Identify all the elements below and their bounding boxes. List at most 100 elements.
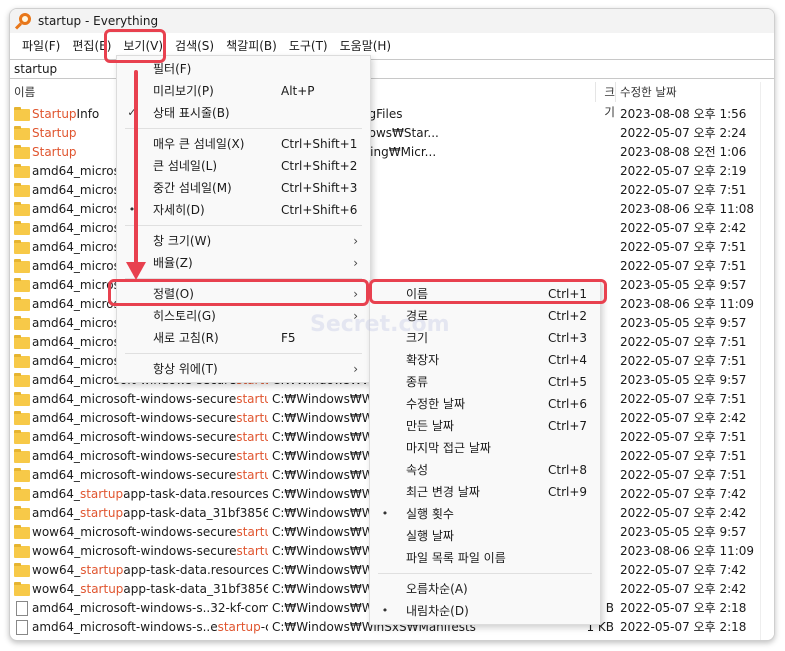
menu-separator	[125, 225, 362, 226]
name-text: amd64_	[32, 487, 80, 501]
file-icon	[16, 601, 28, 616]
menu-3[interactable]: 검색(S)	[169, 35, 220, 57]
sort_menu-item[interactable]: 경로 Ctrl+2	[370, 305, 600, 327]
sort_menu-item[interactable]: 속성 Ctrl+8	[370, 459, 600, 481]
view_menu-item[interactable]: 새로 고침(R) F5	[117, 327, 370, 349]
file-name: amd64_microsoft-windows-securestartu...	[32, 409, 268, 428]
view_menu-item[interactable]: ✓ 상태 표시줄(B)	[117, 102, 370, 124]
sort_menu-item[interactable]: 크기 Ctrl+3	[370, 327, 600, 349]
date-cell: 2022-05-07 오후 7:51	[620, 392, 747, 406]
sort_menu-item[interactable]: 마지막 접근 날짜	[370, 437, 600, 459]
file-name: amd64_microsoft-windows-s..32-kf-com...	[32, 599, 268, 618]
view_menu-item[interactable]: 배율(Z) ›	[117, 252, 370, 274]
sort-submenu: 이름 Ctrl+1 경로 Ctrl+2 크기 Ctrl+3 확장자 Ctrl+4 종류 Ctrl+…	[369, 280, 601, 625]
folder-icon	[14, 296, 30, 311]
view_menu-item[interactable]: 창 크기(W) ›	[117, 230, 370, 252]
menu-6[interactable]: 도움말(H)	[334, 35, 398, 57]
name-text: amd64_	[32, 506, 80, 520]
name-text: amd64_microso	[32, 297, 128, 311]
file-name: amd64_microso	[32, 162, 127, 181]
sort_menu-item[interactable]: 실행 날짜	[370, 525, 600, 547]
folder-icon	[14, 182, 30, 197]
view_menu-item[interactable]: 정렬(O) ›	[117, 283, 370, 305]
menu-item-label: 경로	[406, 309, 429, 323]
view_menu-item[interactable]: • 자세히(D) Ctrl+Shift+6	[117, 199, 370, 221]
file-name: amd64_microsoft-windows-s..estartup-c...	[32, 618, 268, 637]
match-highlight: startup	[217, 620, 261, 634]
date-cell: 2022-05-07 오후 2:42	[620, 411, 747, 425]
name-text: amd64_microso	[32, 221, 128, 235]
date-cell: 2023-08-06 오후 11:08	[620, 202, 755, 216]
view_menu-item[interactable]: 필터(F)	[117, 58, 370, 80]
name-text: amd64_microso	[32, 259, 128, 273]
match-highlight: startu	[236, 430, 268, 444]
date-cell: 2022-05-07 오후 2:42	[620, 506, 747, 520]
view_menu-item[interactable]: 큰 섬네일(L) Ctrl+Shift+2	[117, 155, 370, 177]
menu-1[interactable]: 편집(E)	[66, 35, 117, 57]
menu-item-label: 새로 고침(R)	[153, 331, 219, 345]
name-cell: amd64_microsoft-windows-securestartu...	[14, 466, 268, 485]
name-text: amd64_microso	[32, 183, 128, 197]
date-cell: 2022-05-07 오후 2:42	[620, 221, 747, 235]
sort_menu-item[interactable]: 확장자 Ctrl+4	[370, 349, 600, 371]
date-cell: 2022-05-07 오후 7:42	[620, 487, 747, 501]
folder-icon	[14, 391, 30, 406]
name-text: amd64_microso	[32, 278, 128, 292]
sort_menu-item[interactable]: • 실행 횟수	[370, 503, 600, 525]
column-date[interactable]: 수정한 날짜	[616, 82, 766, 102]
view_menu-item[interactable]: 중간 섬네일(M) Ctrl+Shift+3	[117, 177, 370, 199]
sort_menu-item[interactable]: 파일 목록 파일 이름	[370, 547, 600, 569]
date-cell: 2022-05-07 오후 2:24	[620, 126, 747, 140]
menu-2[interactable]: 보기(V)	[117, 35, 169, 57]
chevron-right-icon: ›	[353, 309, 358, 323]
name-cell: wow64_microsoft-windows-securestartu...	[14, 523, 268, 542]
menu-item-label: 배율(Z)	[153, 256, 193, 270]
menu-5[interactable]: 도구(T)	[283, 35, 334, 57]
match-highlight: startu	[236, 525, 268, 539]
view_menu-item[interactable]: 히스토리(G) ›	[117, 305, 370, 327]
menu-item-label: 만든 날짜	[406, 419, 454, 433]
match-highlight: Startup	[32, 145, 77, 159]
sort_menu-item[interactable]: 종류 Ctrl+5	[370, 371, 600, 393]
date-cell: 2022-05-07 오후 2:42	[620, 582, 747, 596]
menu-item-shortcut: Ctrl+7	[548, 419, 588, 433]
name-cell: amd64_startupapp-task-data.resources_...	[14, 485, 268, 504]
vertical-scrollbar[interactable]	[760, 82, 774, 640]
view_menu-item[interactable]: 항상 위에(T) ›	[117, 358, 370, 380]
folder-icon	[14, 581, 30, 596]
sort_menu-item[interactable]: 만든 날짜 Ctrl+7	[370, 415, 600, 437]
name-text: amd64_microsoft-windows-secure	[32, 411, 237, 425]
folder-icon	[14, 524, 30, 539]
date-cell: 2022-05-07 오후 7:51	[620, 354, 747, 368]
menu-0[interactable]: 파일(F)	[16, 35, 66, 57]
sort_menu-item[interactable]: • 내림차순(D)	[370, 600, 600, 622]
view_menu-item[interactable]: 매우 큰 섬네일(X) Ctrl+Shift+1	[117, 133, 370, 155]
column-size[interactable]: 크기	[596, 82, 616, 119]
name-cell: amd64_startupapp-task-data_31bf3856...	[14, 504, 268, 523]
date-cell: 2023-08-08 오후 1:56	[620, 107, 747, 121]
view_menu-item[interactable]: 미리보기(P) Alt+P	[117, 80, 370, 102]
date-cell: 2022-05-07 오후 2:19	[620, 164, 747, 178]
menu-4[interactable]: 책갈피(B)	[220, 35, 283, 57]
name-cell: amd64_microsoft-windows-securestartu...	[14, 409, 268, 428]
file-name: amd64_microso	[32, 276, 127, 295]
sort_menu-item[interactable]: 이름 Ctrl+1	[370, 283, 600, 305]
menu-item-shortcut: Ctrl+8	[548, 463, 588, 477]
folder-icon	[14, 125, 30, 140]
menu-item-label: 최근 변경 날짜	[406, 485, 480, 499]
match-highlight: startu	[236, 449, 268, 463]
sort_menu-item[interactable]: 수정한 날짜 Ctrl+6	[370, 393, 600, 415]
sort_menu-item[interactable]: 최근 변경 날짜 Ctrl+9	[370, 481, 600, 503]
match-highlight: startu	[236, 411, 268, 425]
folder-icon	[14, 486, 30, 501]
bullet-icon: •	[381, 507, 389, 520]
name-cell: amd64_microsoft-windows-s..32-kf-com...	[14, 599, 268, 618]
folder-icon	[14, 220, 30, 235]
chevron-right-icon: ›	[353, 234, 358, 248]
sort_menu-item[interactable]: 오름차순(A)	[370, 578, 600, 600]
folder-icon	[14, 315, 30, 330]
folder-icon	[14, 106, 30, 121]
date-cell: 2022-05-07 오후 2:18	[620, 620, 747, 634]
menu-item-label: 중간 섬네일(M)	[153, 181, 232, 195]
name-text: amd64_microso	[32, 164, 128, 178]
